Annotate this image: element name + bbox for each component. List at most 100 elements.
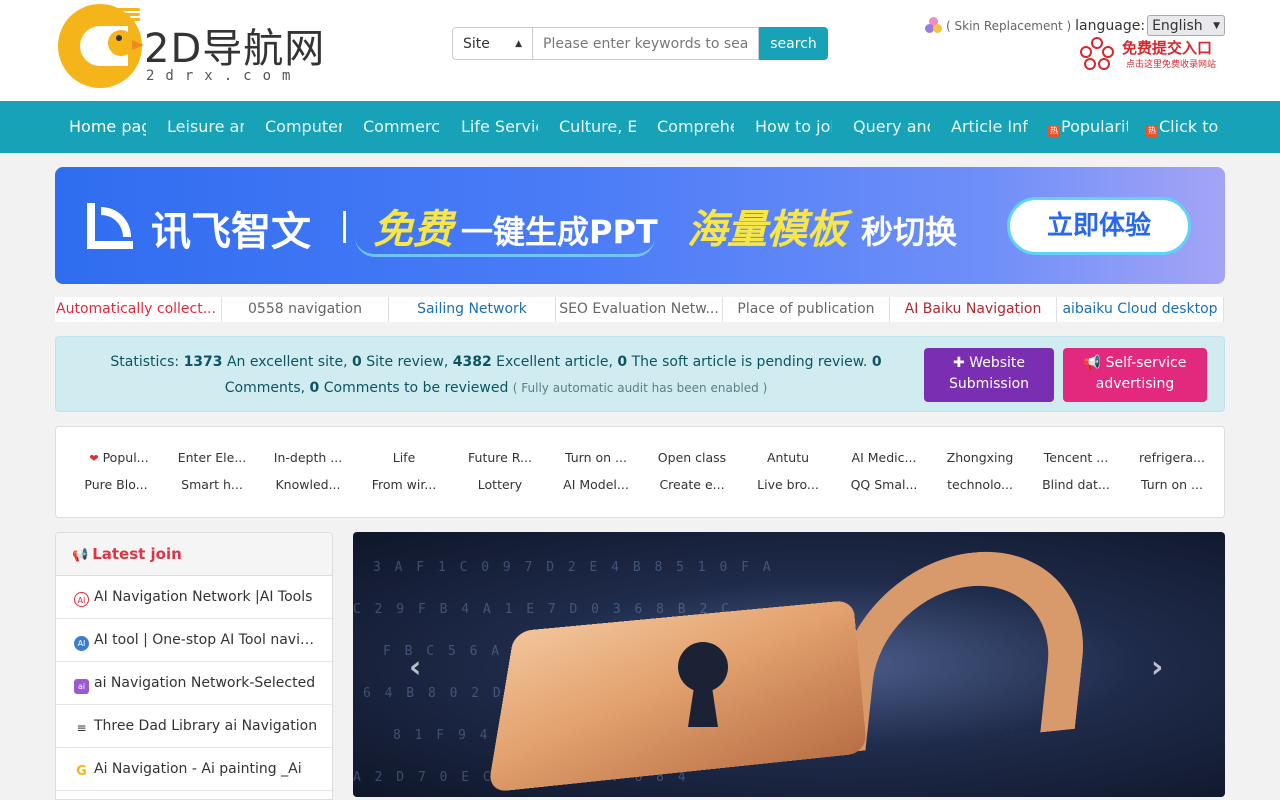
logo-title: 2D导航网 xyxy=(144,26,326,72)
search-button[interactable]: search xyxy=(759,27,828,60)
nav-item-life[interactable]: Life Services xyxy=(461,101,538,153)
banner-free: 免费 xyxy=(373,207,453,253)
self-service-ads-button[interactable]: 📢 Self-service advertising xyxy=(1063,348,1207,402)
top-right-controls: ( Skin Replacement ) language: English ▼ xyxy=(925,15,1226,36)
hot-topic-item[interactable]: Future R... xyxy=(460,450,540,465)
hot-topic-item[interactable]: Turn on ... xyxy=(556,450,636,465)
hot-topic-item[interactable]: Live bro... xyxy=(748,477,828,492)
nav-item-commerce[interactable]: Commerce xyxy=(363,101,440,153)
hot-topic-item[interactable]: Smart h... xyxy=(172,477,252,492)
iflytek-logo-icon xyxy=(87,203,133,249)
image-carousel[interactable]: 3 A F 1 C 0 9 7 D 2 E 4 B 8 5 1 0 F A C … xyxy=(353,532,1225,797)
chevron-left-icon[interactable]: ‹ xyxy=(409,650,421,685)
hot-topic-item[interactable]: Tencent ... xyxy=(1036,450,1116,465)
hot-topic-item[interactable]: AI Model... xyxy=(556,477,636,492)
palette-icon[interactable] xyxy=(925,17,942,34)
chevron-down-icon: ▼ xyxy=(1213,20,1221,31)
latest-join-header: 📢 Latest join xyxy=(56,533,332,576)
hot-topic-item[interactable]: Open class xyxy=(652,450,732,465)
banner-mass-templates: 海量模板 xyxy=(687,207,847,253)
friend-link[interactable]: aibaiku Cloud desktop xyxy=(1057,297,1224,322)
site-favicon-icon: ai xyxy=(74,679,89,694)
banner-generate: 一键生成PPT xyxy=(461,213,658,251)
friend-link[interactable]: Place of publication xyxy=(723,297,890,322)
layers-icon: ≡ xyxy=(74,721,89,736)
friend-links: Automatically collect... 0558 navigation… xyxy=(55,297,1225,322)
nav-item-home[interactable]: Home page xyxy=(69,101,146,153)
friend-link[interactable]: Sailing Network xyxy=(389,297,556,322)
list-item[interactable]: ≡ Three Dad Library ai Navigation xyxy=(56,705,332,748)
hot-topic-item[interactable]: technolo... xyxy=(940,477,1020,492)
padlock-icon xyxy=(487,599,868,793)
statistics-panel: Statistics: 1373 An excellent site, 0 Si… xyxy=(55,336,1225,412)
language-select[interactable]: English ▼ xyxy=(1147,15,1226,36)
hot-topic-item[interactable]: Turn on ... xyxy=(1132,477,1212,492)
search-bar: Site ▲ search xyxy=(452,27,828,60)
friend-link[interactable]: SEO Evaluation Netw... xyxy=(556,297,723,322)
search-scope-select[interactable]: Site ▲ xyxy=(452,27,532,60)
friend-link[interactable]: Automatically collect... xyxy=(55,297,222,322)
language-label: language: xyxy=(1075,17,1146,34)
free-submit-subtitle: 点击这里免费收录网站 xyxy=(1126,60,1217,70)
hot-topic-item[interactable]: Create e... xyxy=(652,477,732,492)
hot-topic-item[interactable]: Blind dat... xyxy=(1036,477,1116,492)
hot-topic-item[interactable]: Zhongxing xyxy=(940,450,1020,465)
hot-topic-item[interactable]: QQ Smal... xyxy=(844,477,924,492)
friend-link[interactable]: AI Baiku Navigation xyxy=(890,297,1057,322)
website-submission-button[interactable]: ✚ Website Submission xyxy=(924,348,1054,402)
hot-topic-item[interactable]: Lottery xyxy=(460,477,540,492)
skin-replacement-link[interactable]: ( Skin Replacement ) xyxy=(946,19,1071,33)
nav-item-article[interactable]: Article Information xyxy=(951,101,1028,153)
heart-icon: ❤ xyxy=(89,452,99,465)
site-favicon-icon: AI xyxy=(74,592,89,607)
list-item[interactable]: ai ai Navigation Network-Selected xyxy=(56,662,332,705)
site-logo[interactable]: 2D导航网 2drx.com xyxy=(58,4,368,88)
nav-item-culture[interactable]: Culture, Education xyxy=(559,101,636,153)
site-favicon-icon: AI xyxy=(74,636,89,651)
free-submit-entry[interactable]: 免费提交入口 点击这里免费收录网站 xyxy=(1080,37,1216,71)
list-item[interactable]: G Ai Navigation - Ai painting _Ai xyxy=(56,748,332,791)
free-submit-title: 免费提交入口 xyxy=(1122,39,1213,57)
friend-link[interactable]: 0558 navigation xyxy=(222,297,389,322)
nav-item-leisure[interactable]: Leisure and entertainment xyxy=(167,101,244,153)
hot-icon: 热 xyxy=(1048,125,1060,137)
nav-item-comprehensive[interactable]: Comprehensive xyxy=(657,101,734,153)
search-input[interactable] xyxy=(532,27,759,60)
banner-brand: 讯飞智文 xyxy=(151,209,311,255)
megaphone-icon: 📢 xyxy=(72,548,89,563)
hot-icon: 热 xyxy=(1146,125,1158,137)
hot-topic-item[interactable]: Knowled... xyxy=(268,477,348,492)
hot-topic-item[interactable]: ❤ Popul... xyxy=(79,450,159,465)
plus-icon: ✚ xyxy=(953,355,965,371)
nav-item-computer[interactable]: Computer network xyxy=(265,101,342,153)
banner-switch: 秒切换 xyxy=(861,213,958,251)
hot-topic-item[interactable]: Pure Blo... xyxy=(76,477,156,492)
header: 2D导航网 2drx.com Site ▲ search ( Skin Repl… xyxy=(0,0,1280,101)
banner-try-button[interactable]: 立即体验 xyxy=(1007,197,1191,255)
statistics-text: Statistics: 1373 An excellent site, 0 Si… xyxy=(110,354,882,396)
list-item[interactable]: AI AI Navigation Network |AI Tools xyxy=(56,576,332,619)
nav-item-click[interactable]: 热 Click to xyxy=(1146,101,1226,153)
hot-topic-item[interactable]: Life xyxy=(364,450,444,465)
nav-item-join[interactable]: How to join xyxy=(755,101,832,153)
hot-topic-item[interactable]: In-depth ... xyxy=(268,450,348,465)
logo-domain: 2drx.com xyxy=(146,68,302,84)
megaphone-icon: 📢 xyxy=(1083,355,1102,371)
main-nav: Home page Leisure and entertainment Comp… xyxy=(0,101,1280,153)
chevron-right-icon[interactable]: › xyxy=(1151,650,1163,685)
nav-item-query[interactable]: Query and xyxy=(853,101,930,153)
nav-item-popularity[interactable]: 热Popularity xyxy=(1048,101,1128,153)
list-item[interactable]: AI AI tool | One-stop AI Tool navigation xyxy=(56,619,332,662)
hot-topic-item[interactable]: Antutu xyxy=(748,450,828,465)
flower-icon xyxy=(1080,37,1114,71)
latest-join-panel: 📢 Latest join AI AI Navigation Network |AI… xyxy=(55,532,333,800)
site-favicon-icon: G xyxy=(74,764,89,779)
sort-arrows-icon: ▲ xyxy=(515,38,522,49)
hot-topic-item[interactable]: From wir... xyxy=(364,477,444,492)
ad-banner[interactable]: 讯飞智文 免费 一键生成PPT 海量模板 秒切换 立即体验 xyxy=(55,167,1225,284)
hot-topic-item[interactable]: AI Medic... xyxy=(844,450,924,465)
hot-topics-grid: ❤ Popul... Enter Ele... In-depth ... Lif… xyxy=(55,426,1225,518)
hot-topic-item[interactable]: refrigera... xyxy=(1132,450,1212,465)
hot-topic-item[interactable]: Enter Ele... xyxy=(172,450,252,465)
padlock-shackle xyxy=(830,539,1096,755)
